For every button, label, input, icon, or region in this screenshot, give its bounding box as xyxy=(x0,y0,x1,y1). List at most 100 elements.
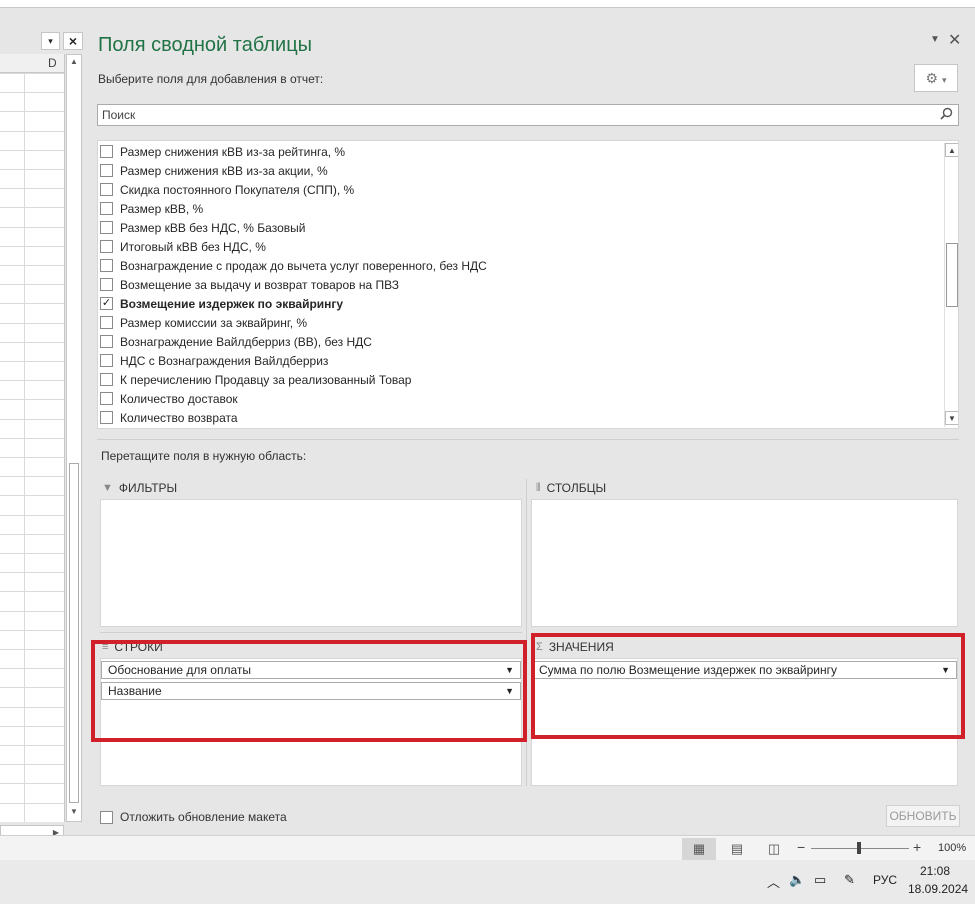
defer-checkbox[interactable] xyxy=(100,810,113,824)
zoom-in-icon[interactable]: + xyxy=(913,839,921,855)
field-list-item[interactable]: НДС с Вознаграждения Вайлдберриз xyxy=(100,351,328,370)
field-checkbox[interactable] xyxy=(100,278,113,291)
filter-icon: ▼ xyxy=(102,482,113,494)
field-list-item[interactable]: Размер кВВ без НДС, % Базовый xyxy=(100,218,305,237)
tools-button[interactable]: ⚙ ▾ xyxy=(914,64,958,92)
field-list-item[interactable]: Итоговый кВВ без НДС, % xyxy=(100,237,266,256)
scroll-up-icon[interactable]: ▲ xyxy=(945,143,958,157)
field-list-item[interactable]: Вознаграждение с продаж до вычета услуг … xyxy=(100,256,487,275)
zoom-level[interactable]: 100% xyxy=(938,842,966,854)
scroll-thumb[interactable] xyxy=(69,463,79,803)
field-label: Вознаграждение с продаж до вычета услуг … xyxy=(120,258,487,273)
field-checkbox[interactable]: ✓ xyxy=(100,297,113,310)
field-label: НДС с Вознаграждения Вайлдберриз xyxy=(120,353,329,368)
grid-line xyxy=(0,457,64,458)
field-checkbox[interactable] xyxy=(100,183,113,196)
field-list-item[interactable]: Количество возврата xyxy=(100,408,238,427)
grid-line xyxy=(0,341,64,343)
field-list-item[interactable]: Размер снижения кВВ из-за акции, % xyxy=(100,161,328,180)
clock-time[interactable]: 21:08 xyxy=(920,864,950,878)
grid-line xyxy=(0,802,64,804)
worksheet-grid[interactable]: D xyxy=(0,54,65,822)
filters-drop-area[interactable] xyxy=(100,499,522,627)
field-label: К перечислению Продавцу за реализованный… xyxy=(120,372,412,387)
zoom-slider-thumb[interactable] xyxy=(857,842,861,854)
grid-line xyxy=(0,130,64,132)
tray-overflow-chevron-icon[interactable]: ︿ xyxy=(767,872,780,891)
scroll-down-icon[interactable]: ▼ xyxy=(945,411,958,425)
chevron-down-icon[interactable]: ▼ xyxy=(930,34,940,45)
field-checkbox[interactable] xyxy=(100,392,113,405)
defer-label: Отложить обновление макета xyxy=(120,810,287,824)
field-list: Размер снижения кВВ из-за рейтинга, % Раз… xyxy=(97,140,959,429)
filters-area-label: ФИЛЬТРЫ xyxy=(118,481,178,495)
field-checkbox[interactable] xyxy=(100,316,113,329)
field-checkbox[interactable] xyxy=(100,354,113,367)
pane-options-dropdown-icon[interactable]: ▾ xyxy=(41,32,60,50)
field-checkbox[interactable] xyxy=(100,240,113,253)
page-layout-icon[interactable]: ▤ xyxy=(720,838,754,860)
pivot-fields-pane: Поля сводной таблицы ▼ ✕ Выберите поля д… xyxy=(88,8,975,835)
vertical-scrollbar[interactable]: ▲ ▼ xyxy=(66,54,82,822)
field-list-item[interactable]: ✓ Возмещение издержек по эквайрингу xyxy=(100,294,343,313)
field-checkbox[interactable] xyxy=(100,202,113,215)
zoom-out-icon[interactable]: − xyxy=(797,839,805,855)
grid-line xyxy=(0,111,64,113)
grid-line xyxy=(0,380,64,382)
field-checkbox[interactable] xyxy=(100,221,113,234)
scroll-thumb[interactable] xyxy=(946,243,958,307)
field-checkbox[interactable] xyxy=(100,164,113,177)
grid-line xyxy=(0,783,64,785)
field-checkbox[interactable] xyxy=(100,411,113,424)
field-list-item[interactable]: Размер комиссии за эквайринг, % xyxy=(100,313,307,332)
search-input[interactable]: Поиск xyxy=(97,104,959,126)
grid-line xyxy=(0,92,64,94)
field-checkbox[interactable] xyxy=(100,145,113,158)
gear-icon: ⚙ xyxy=(925,70,939,86)
input-language[interactable]: РУС xyxy=(873,873,897,887)
defer-layout-update[interactable]: Отложить обновление макета xyxy=(100,810,287,824)
scroll-down-icon[interactable]: ▼ xyxy=(67,805,81,819)
field-list-item[interactable]: Вознаграждение Вайлдберриз (ВВ), без НДС xyxy=(100,332,372,351)
grid-line xyxy=(0,284,64,286)
field-list-item[interactable]: Возмещение за выдачу и возврат товаров н… xyxy=(100,275,399,294)
normal-view-icon[interactable]: ▦ xyxy=(682,838,716,860)
close-icon[interactable]: × xyxy=(63,32,83,50)
field-label: Вознаграждение Вайлдберриз (ВВ), без НДС xyxy=(120,334,372,349)
area-divider xyxy=(100,632,522,633)
grid-line xyxy=(0,649,64,650)
update-button[interactable]: ОБНОВИТЬ xyxy=(886,805,960,827)
column-header[interactable]: D xyxy=(0,54,64,73)
field-list-scrollbar[interactable]: ▲ ▼ xyxy=(944,143,958,427)
close-pane-icon[interactable]: ✕ xyxy=(948,30,961,50)
field-checkbox[interactable] xyxy=(100,335,113,348)
page-break-preview-icon[interactable]: ◫ xyxy=(757,838,791,860)
status-bar: ▦ ▤ ◫ − + 100% xyxy=(0,835,975,860)
field-checkbox[interactable] xyxy=(100,259,113,272)
field-list-item[interactable]: Размер снижения кВВ из-за рейтинга, % xyxy=(100,142,345,161)
field-list-item[interactable]: Скидка постоянного Покупателя (СПП), % xyxy=(100,180,354,199)
network-icon[interactable]: ▭ xyxy=(814,872,826,888)
field-list-item[interactable]: Размер кВВ, % xyxy=(100,199,203,218)
grid-line xyxy=(0,706,64,708)
grid-line xyxy=(0,188,64,190)
pen-icon[interactable]: ✎ xyxy=(844,872,855,888)
scroll-up-icon[interactable]: ▲ xyxy=(67,55,81,69)
clock-date[interactable]: 18.09.2024 xyxy=(908,882,968,896)
field-list-item[interactable]: К перечислению Продавцу за реализованный… xyxy=(100,370,411,389)
grid-line xyxy=(0,668,64,670)
field-list-item[interactable]: Количество доставок xyxy=(100,389,238,408)
highlight-box-rows xyxy=(91,640,527,742)
field-checkbox[interactable] xyxy=(100,373,113,386)
grid-line xyxy=(0,265,64,266)
columns-icon: ⫴ xyxy=(536,481,541,494)
search-icon[interactable] xyxy=(940,107,953,123)
pane-subtitle: Выберите поля для добавления в отчет: xyxy=(98,72,324,86)
highlight-box-values xyxy=(531,633,965,739)
grid-line xyxy=(0,687,64,689)
columns-drop-area[interactable] xyxy=(531,499,958,627)
volume-icon[interactable]: 🔈 xyxy=(789,872,805,888)
field-label: Количество возврата xyxy=(120,410,238,425)
grid-line xyxy=(0,495,64,497)
grid-line xyxy=(0,629,64,631)
